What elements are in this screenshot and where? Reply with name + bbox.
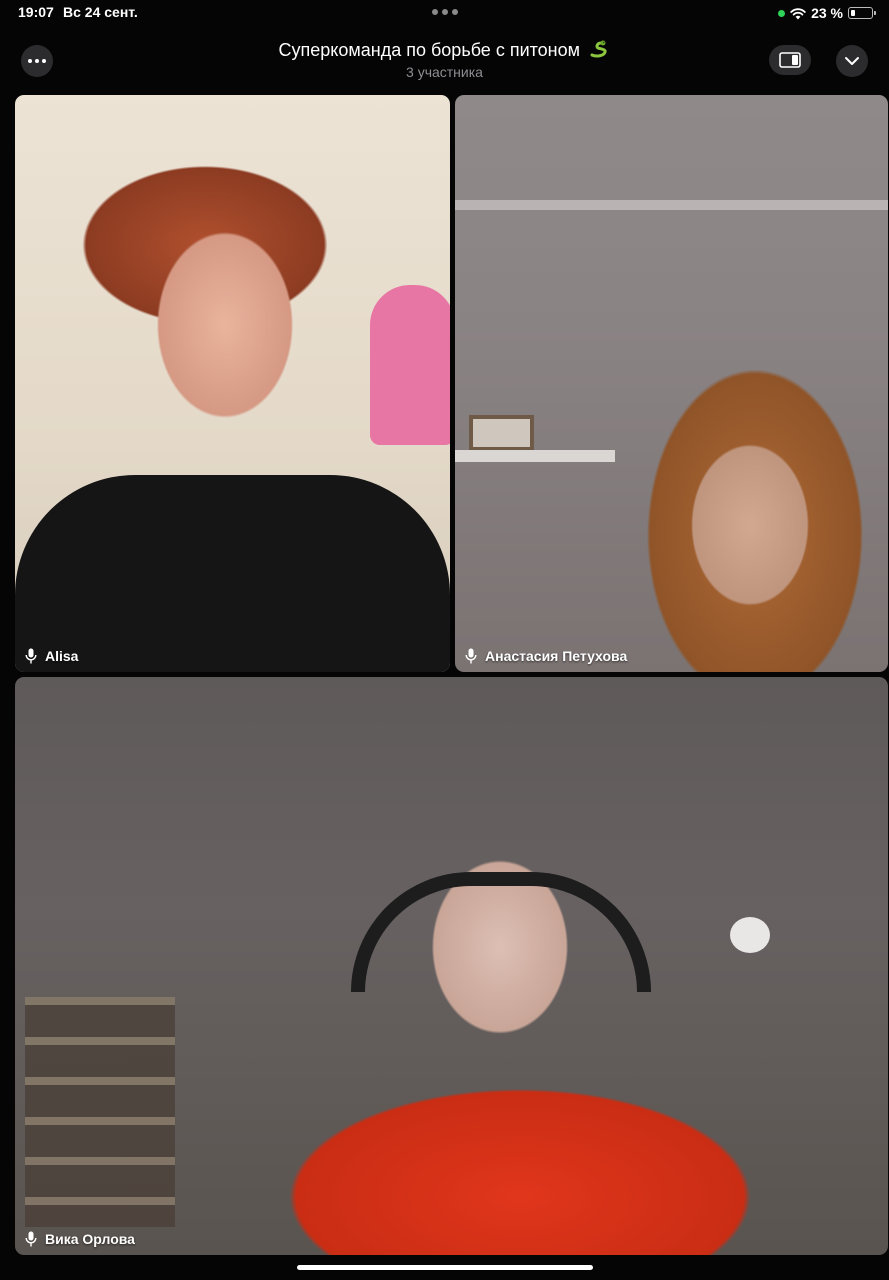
participant-name-tag: Анастасия Петухова xyxy=(465,648,627,664)
participant-video-tile[interactable]: Анастасия Петухова xyxy=(455,95,888,672)
participant-name-tag: Alisa xyxy=(25,648,78,664)
video-background-frame xyxy=(469,415,534,451)
participant-video-tile[interactable]: Alisa xyxy=(15,95,450,672)
battery-level xyxy=(850,9,855,16)
battery-icon xyxy=(848,7,876,19)
participant-name: Анастасия Петухова xyxy=(485,648,628,664)
participant-video-tile[interactable]: Вика Орлова xyxy=(15,677,888,1255)
status-date: Вс 24 сент. xyxy=(63,4,138,20)
mic-icon xyxy=(25,1231,37,1247)
participant-name-tag: Вика Орлова xyxy=(25,1231,135,1247)
status-right-group: 23 % xyxy=(778,4,876,22)
video-call-screen: 19:07 Вс 24 сент. 23 % Суперкоманда по б… xyxy=(0,0,889,1280)
battery-percentage: 23 % xyxy=(811,5,843,21)
layout-icon xyxy=(779,52,801,68)
video-person-shirt xyxy=(15,475,450,672)
dot xyxy=(442,9,448,15)
layout-toggle-button[interactable] xyxy=(769,45,811,75)
mic-icon xyxy=(25,648,37,664)
status-bar: 19:07 Вс 24 сент. 23 % xyxy=(0,0,889,26)
multitasking-dots[interactable] xyxy=(432,9,458,15)
video-background-shelf xyxy=(455,450,615,462)
participant-name: Вика Орлова xyxy=(45,1231,135,1247)
status-time: 19:07 xyxy=(18,4,54,20)
participant-count: 3 участника xyxy=(406,64,483,80)
battery-cap xyxy=(874,11,876,15)
wifi-icon xyxy=(790,7,806,19)
call-title: Суперкоманда по борьбе с питоном xyxy=(278,40,580,60)
video-background-stairs xyxy=(25,997,175,1227)
call-title-block[interactable]: Суперкоманда по борьбе с питоном xyxy=(0,40,889,61)
chevron-down-icon xyxy=(845,57,859,65)
video-person-headset xyxy=(351,872,651,992)
dot xyxy=(452,9,458,15)
video-background-lamp xyxy=(730,917,770,953)
video-background-molding xyxy=(455,200,888,210)
dot xyxy=(432,9,438,15)
mic-icon xyxy=(465,648,477,664)
video-background-toy xyxy=(370,285,450,445)
collapse-call-button[interactable] xyxy=(836,45,868,77)
snake-emoji-icon xyxy=(590,40,608,58)
camera-in-use-indicator xyxy=(778,9,786,17)
participant-name: Alisa xyxy=(45,648,79,664)
home-indicator[interactable] xyxy=(297,1265,593,1270)
